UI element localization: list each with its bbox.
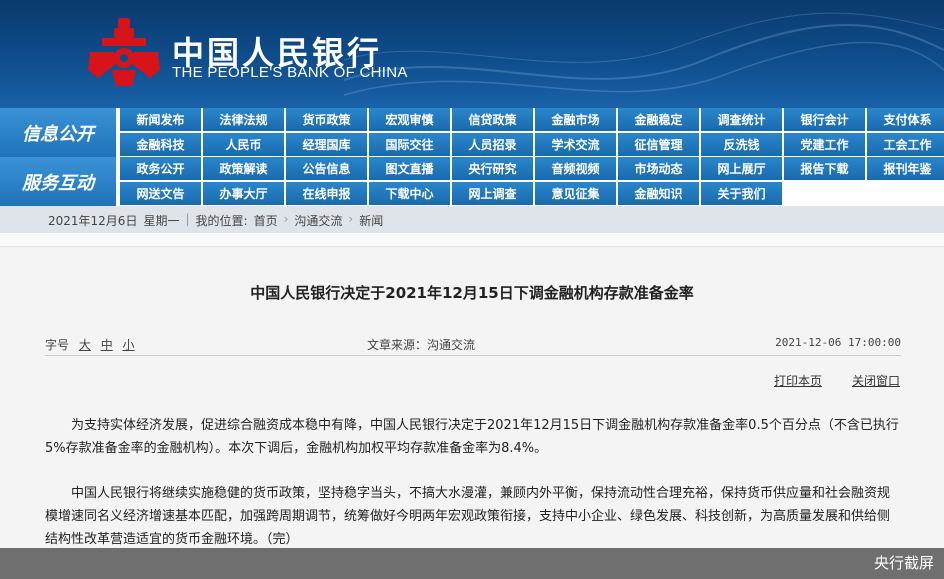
nav-item[interactable]: 人员招录 [452, 133, 533, 156]
nav-item[interactable]: 在线申报 [286, 182, 367, 205]
nav-cells: 政务公开 政策解读 公告信息 图文直播 央行研究 音频视频 市场动态 网上展厅 报告下载 报刊年鉴… [120, 157, 944, 206]
nav-item[interactable]: 法律法规 [203, 108, 284, 131]
font-size-small-link[interactable]: 小 [123, 338, 135, 352]
breadcrumb-divider [0, 233, 944, 247]
nav-item[interactable]: 央行研究 [452, 157, 533, 180]
nav-item[interactable]: 网送文告 [120, 182, 201, 205]
article-title: 中国人民银行决定于2021年12月15日下调金融机构存款准备金率 [250, 284, 694, 302]
nav-item[interactable]: 金融知识 [618, 182, 699, 205]
breadcrumb-separator: | [185, 212, 190, 226]
breadcrumb: 2021年12月6日 星期一 | 我的位置: 首页 › 沟通交流 › 新闻 [0, 206, 944, 233]
location-label: 我的位置: [195, 214, 248, 228]
banner-wave-decoration [344, 12, 944, 96]
watermark-label: 央行截屏 [873, 554, 934, 572]
current-weekday: 星期一 [143, 214, 180, 228]
nav-item[interactable]: 音频视频 [535, 157, 616, 180]
nav-item[interactable]: 银行会计 [784, 108, 865, 131]
article-meta: 字号 大 中 小 文章来源：沟通交流 2021-12-06 17:00:00 [45, 330, 901, 356]
nav-category-label[interactable]: 信息公开 [0, 108, 118, 157]
breadcrumb-separator: › [283, 212, 289, 226]
nav-item[interactable]: 信贷政策 [452, 108, 533, 131]
nav-item[interactable]: 工会工作 [867, 133, 944, 156]
nav-item[interactable]: 政策解读 [203, 157, 284, 180]
article-timestamp: 2021-12-06 17:00:00 [775, 336, 901, 349]
nav-item[interactable]: 货币政策 [286, 108, 367, 131]
nav-item[interactable]: 意见征集 [535, 182, 616, 205]
pboc-emblem-icon[interactable] [88, 18, 160, 86]
breadcrumb-home[interactable]: 首页 [254, 212, 278, 229]
nav-item[interactable]: 公告信息 [286, 157, 367, 180]
nav-item[interactable]: 办事大厅 [203, 182, 284, 205]
nav-item[interactable]: 政务公开 [120, 157, 201, 180]
nav-item[interactable]: 网上展厅 [701, 157, 782, 180]
nav-item[interactable]: 报告下载 [784, 157, 865, 180]
main-nav: 信息公开 新闻发布 法律法规 货币政策 宏观审慎 信贷政策 金融市场 金融稳定 调查统计 银行会… [0, 108, 944, 206]
nav-item[interactable]: 新闻发布 [120, 108, 201, 131]
article-paragraph: 为支持实体经济发展，促进综合融资成本稳中有降，中国人民银行决定于2021年12月… [45, 418, 899, 456]
font-size-medium-link[interactable]: 中 [101, 338, 113, 352]
bank-name-en[interactable]: THE PEOPLE'S BANK OF CHINA [172, 64, 408, 81]
nav-item[interactable]: 报刊年鉴 [867, 157, 944, 180]
nav-item[interactable]: 关于我们 [701, 182, 782, 205]
nav-section-service: 服务互动 政务公开 政策解读 公告信息 图文直播 央行研究 音频视频 市场动态 网上展厅 报告下… [0, 157, 944, 206]
font-size-label: 字号 [45, 338, 70, 352]
close-window-link[interactable]: 关闭窗口 [852, 372, 900, 389]
nav-item[interactable]: 图文直播 [369, 157, 450, 180]
nav-item[interactable]: 网上调查 [452, 182, 533, 205]
nav-item[interactable]: 下载中心 [369, 182, 450, 205]
nav-item[interactable]: 人民币 [203, 133, 284, 156]
article-paragraph: 中国人民银行将继续实施稳健的货币政策，坚持稳字当头，不搞大水漫灌，兼顾内外平衡，… [45, 486, 891, 547]
font-size-large-link[interactable]: 大 [79, 338, 91, 352]
print-page-link[interactable]: 打印本页 [774, 372, 822, 389]
breadcrumb-communication[interactable]: 沟通交流 [294, 212, 342, 229]
nav-cells: 新闻发布 法律法规 货币政策 宏观审慎 信贷政策 金融市场 金融稳定 调查统计 银行会计 支付体系… [120, 108, 944, 157]
screenshot-overlay-bar: 央行截屏 [0, 548, 944, 579]
nav-category-label[interactable]: 服务互动 [0, 157, 118, 206]
breadcrumb-news[interactable]: 新闻 [359, 212, 383, 229]
nav-section-info: 信息公开 新闻发布 法律法规 货币政策 宏观审慎 信贷政策 金融市场 金融稳定 调查统计 银行会… [0, 108, 944, 157]
nav-item[interactable]: 反洗钱 [701, 133, 782, 156]
nav-item[interactable]: 党建工作 [784, 133, 865, 156]
nav-item[interactable]: 金融科技 [120, 133, 201, 156]
article: 中国人民银行决定于2021年12月15日下调金融机构存款准备金率 字号 大 中 … [0, 248, 944, 579]
page: 中国人民银行 THE PEOPLE'S BANK OF CHINA 信息公开 新… [0, 0, 944, 579]
breadcrumb-separator: › [348, 212, 354, 226]
nav-item[interactable]: 宏观审慎 [369, 108, 450, 131]
nav-item[interactable]: 金融稳定 [618, 108, 699, 131]
header-banner: 中国人民银行 THE PEOPLE'S BANK OF CHINA [0, 0, 944, 108]
nav-item[interactable]: 调查统计 [701, 108, 782, 131]
nav-item[interactable]: 经理国库 [286, 133, 367, 156]
current-date: 2021年12月6日 [48, 214, 138, 228]
nav-item[interactable]: 学术交流 [535, 133, 616, 156]
nav-item[interactable]: 国际交往 [369, 133, 450, 156]
nav-item[interactable]: 征信管理 [618, 133, 699, 156]
nav-item[interactable]: 支付体系 [867, 108, 944, 131]
nav-item[interactable]: 市场动态 [618, 157, 699, 180]
article-source: 文章来源：沟通交流 [367, 338, 476, 352]
nav-item[interactable]: 金融市场 [535, 108, 616, 131]
